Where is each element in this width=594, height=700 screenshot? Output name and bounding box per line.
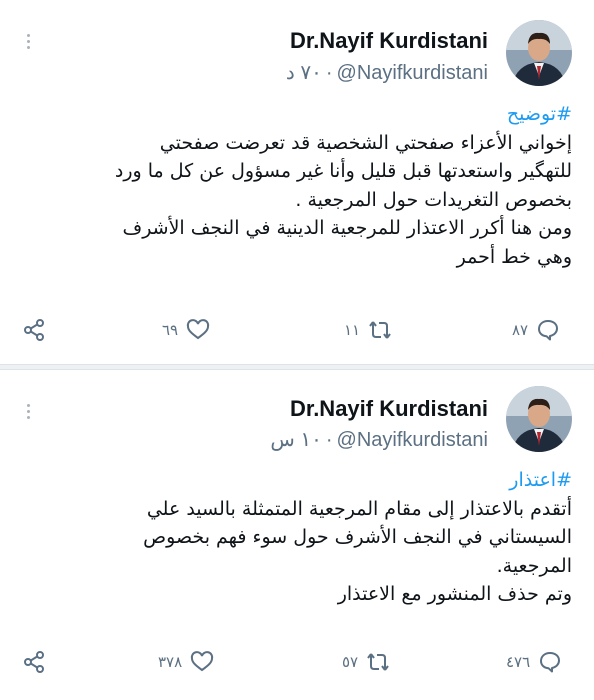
like-count: ٦٩ — [162, 321, 179, 339]
tweet-line: السيستاني في النجف الأشرف حول سوء فهم بخ… — [143, 526, 572, 548]
avatar[interactable] — [506, 20, 572, 86]
retweet-button[interactable]: ٥٧ — [342, 650, 390, 674]
tweet-line: أتقدم بالاعتذار إلى مقام المرجعية المتمث… — [146, 497, 572, 520]
share-button[interactable] — [22, 318, 46, 342]
avatar[interactable] — [506, 386, 572, 452]
reply-count: ٤٧٦ — [506, 653, 531, 671]
share-button[interactable] — [22, 650, 46, 674]
retweet-icon — [367, 653, 389, 671]
reply-icon — [538, 320, 559, 341]
reply-button[interactable]: ٤٧٦ — [506, 650, 562, 674]
author-handle[interactable]: @Nayifkurdistani — [337, 62, 488, 84]
like-button[interactable]: ٣٧٨ — [158, 650, 214, 674]
reply-button[interactable]: ٨٧ — [512, 318, 560, 342]
more-options-icon[interactable] — [24, 34, 32, 52]
tweet-feed: Dr.Nayif Kurdistani ٧٠ د · @Nayifkurdistan… — [0, 0, 594, 700]
tweet-line: ومن هنا أكرر الاعتذار للمرجعية الدينية ف… — [122, 217, 573, 239]
tweet-text: #توضيح إخواني الأعزاء صفحتي الشخصية قد ت… — [40, 100, 572, 271]
meta-separator: · — [325, 62, 333, 84]
author-name[interactable]: Dr.Nayif Kurdistani — [290, 396, 488, 422]
tweet-meta: ٧٠ د · @Nayifkurdistani — [286, 60, 488, 85]
tweet-line: للتهگير واستعدتها قبل قليل وأنا غير مسؤو… — [114, 160, 572, 182]
like-icon — [187, 319, 210, 340]
hashtag-link[interactable]: #توضيح — [40, 100, 572, 129]
like-icon — [191, 651, 214, 672]
tweet-time: ٧٠ د — [285, 62, 322, 84]
tweet-line: وتم حذف المنشور مع الاعتذار — [337, 583, 572, 605]
retweet-icon — [369, 321, 391, 339]
tweet-card[interactable]: Dr.Nayif Kurdistani ١٠ س · @Nayifkurdistan… — [0, 370, 594, 700]
author-handle[interactable]: @Nayifkurdistani — [337, 429, 488, 451]
tweet-meta: ١٠ س · @Nayifkurdistani — [270, 427, 488, 452]
share-icon — [24, 651, 44, 673]
retweet-count: ١١ — [344, 321, 361, 339]
tweet-line: المرجعية. — [496, 554, 572, 577]
tweet-card[interactable]: Dr.Nayif Kurdistani ٧٠ د · @Nayifkurdistan… — [0, 0, 594, 365]
tweet-time: ١٠ س — [270, 429, 322, 451]
retweet-button[interactable]: ١١ — [344, 318, 392, 342]
retweet-count: ٥٧ — [342, 653, 359, 671]
tweet-text: #اعتذار أتقدم بالاعتذار إلى مقام المرجعي… — [40, 466, 572, 609]
share-icon — [24, 319, 44, 341]
tweet-line: بخصوص التغريدات حول المرجعية . — [295, 188, 572, 211]
author-name[interactable]: Dr.Nayif Kurdistani — [290, 28, 488, 54]
reply-icon — [540, 652, 561, 673]
like-button[interactable]: ٦٩ — [162, 318, 210, 342]
more-options-icon[interactable] — [24, 404, 32, 422]
like-count: ٣٧٨ — [158, 653, 183, 671]
tweet-actions: ٦٩ ١١ ٨٧ — [0, 318, 594, 348]
reply-count: ٨٧ — [512, 321, 529, 339]
meta-separator: · — [325, 429, 333, 451]
hashtag-link[interactable]: #اعتذار — [40, 466, 572, 495]
tweet-line: إخواني الأعزاء صفحتي الشخصية قد تعرضت صف… — [159, 131, 572, 154]
tweet-line: وهي خط أحمر — [456, 245, 572, 268]
tweet-actions: ٣٧٨ ٥٧ ٤٧٦ — [0, 650, 594, 680]
